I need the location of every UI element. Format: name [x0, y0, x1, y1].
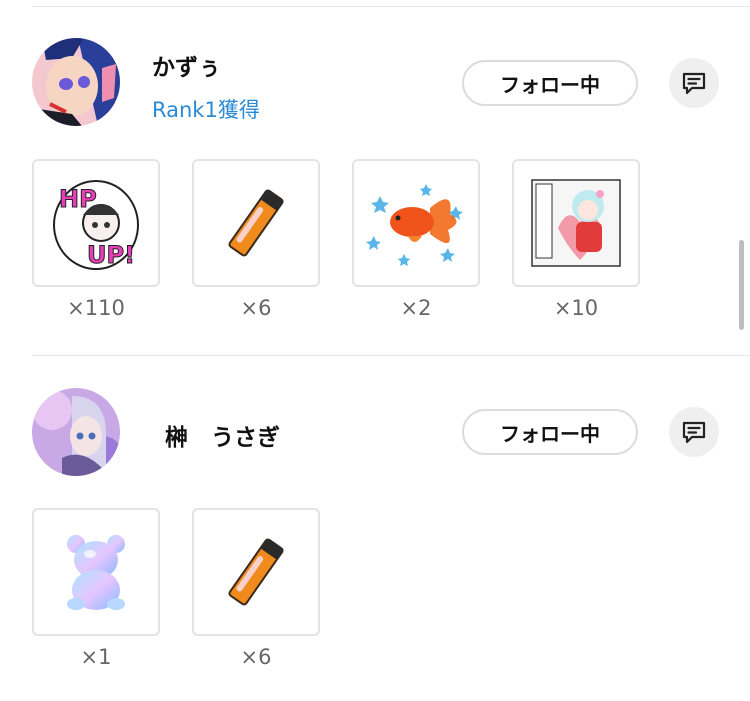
- username[interactable]: かずぅ: [152, 48, 221, 82]
- section-divider: [32, 355, 750, 356]
- gift-tile[interactable]: [512, 159, 640, 287]
- scrollbar[interactable]: [739, 240, 744, 330]
- message-icon: [682, 72, 706, 95]
- gift-tile[interactable]: HP UP!: [32, 159, 160, 287]
- gift-count: ×10: [553, 296, 599, 320]
- avatar[interactable]: [32, 388, 120, 476]
- crystal-bear-icon: [67, 535, 125, 610]
- glowstick-icon: [228, 538, 284, 606]
- top-divider: [32, 6, 750, 7]
- following-button[interactable]: フォロー中: [462, 60, 638, 106]
- gift-tile[interactable]: [352, 159, 480, 287]
- svg-text:UP!: UP!: [87, 241, 135, 269]
- message-button[interactable]: [669, 407, 719, 457]
- glowstick-icon: [228, 189, 284, 257]
- love-card-sticker-icon: [531, 179, 621, 267]
- username[interactable]: 榊 うさぎ: [165, 418, 280, 452]
- gift-count: ×6: [240, 645, 272, 669]
- following-button[interactable]: フォロー中: [462, 409, 638, 455]
- gift-count: ×2: [400, 296, 432, 320]
- gift-tile[interactable]: [192, 508, 320, 636]
- gift-tile[interactable]: [192, 159, 320, 287]
- gift-count: ×1: [80, 645, 112, 669]
- message-icon: [682, 421, 706, 444]
- gift-count: ×6: [240, 296, 272, 320]
- avatar[interactable]: [32, 38, 120, 126]
- message-button[interactable]: [669, 58, 719, 108]
- rank-badge-link[interactable]: Rank1獲得: [152, 94, 260, 124]
- gift-tile[interactable]: [32, 508, 160, 636]
- hp-up-sticker-icon: HP UP!: [53, 180, 139, 270]
- gift-count: ×110: [67, 296, 125, 320]
- goldfish-icon: [366, 184, 463, 266]
